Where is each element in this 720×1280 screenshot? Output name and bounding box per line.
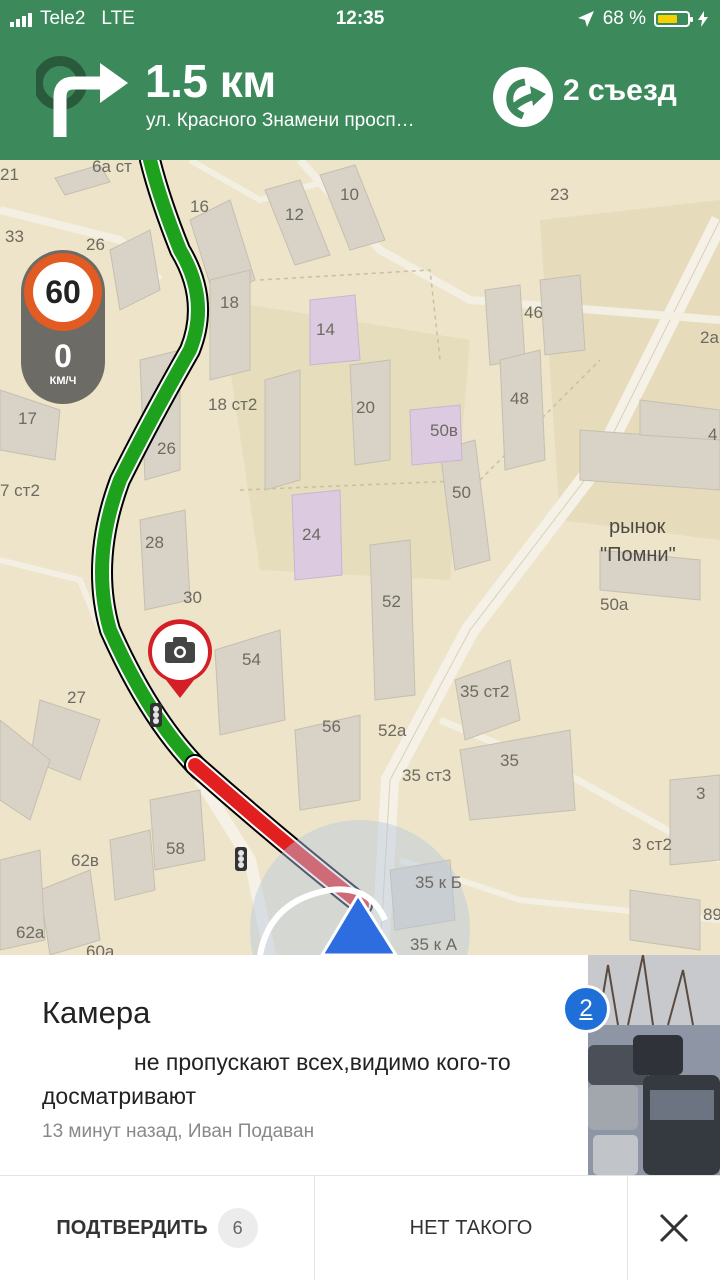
exit-number: 2 съезд <box>563 74 677 107</box>
map-label-3st2: 3 ст2 <box>632 835 672 854</box>
current-speed: 0 <box>54 338 72 374</box>
photo-count-badge[interactable]: 2 <box>562 985 610 1033</box>
map-label-26b: 26 <box>157 439 176 458</box>
map-label-16: 16 <box>190 197 209 216</box>
map-view[interactable]: 21 6а ст 16 12 10 23 33 26 18 14 46 2а 17 18 ст2 20 48 4… <box>0 160 720 955</box>
map-label-pomni: "Помни" <box>600 544 676 566</box>
not-there-button[interactable]: НЕТ ТАКОГО <box>314 1176 628 1280</box>
close-button[interactable] <box>628 1176 720 1280</box>
not-there-label: НЕТ ТАКОГО <box>409 1216 533 1239</box>
location-arrow-icon <box>577 11 594 27</box>
incident-photo[interactable] <box>588 955 720 1175</box>
confirm-label: ПОДТВЕРДИТЬ <box>56 1216 208 1239</box>
map-canvas[interactable]: 21 6а ст16 1210 2333 261814462а1718 ст2 20 484… <box>0 160 720 955</box>
map-label-48: 48 <box>510 389 529 408</box>
map-label-54: 54 <box>242 650 261 669</box>
map-label-2a: 2а <box>700 328 719 347</box>
map-label-4: 4 <box>708 425 717 444</box>
confirm-button[interactable]: ПОДТВЕРДИТЬ 6 <box>0 1176 314 1280</box>
map-label-3: 3 <box>696 784 705 803</box>
map-label-56: 56 <box>322 717 341 736</box>
map-label-26a: 26 <box>86 235 105 254</box>
map-label-35kB: 35 к Б <box>415 873 462 892</box>
incident-title: Камера <box>42 995 151 1030</box>
map-label-30: 30 <box>183 588 202 607</box>
battery-icon <box>654 11 693 27</box>
camera-marker-icon[interactable] <box>148 619 212 698</box>
map-label-35st3: 35 ст3 <box>402 766 451 785</box>
map-label-7st2: 7 ст2 <box>0 481 40 500</box>
status-bar: Tele2 LTE 12:35 68 % <box>0 6 720 34</box>
close-icon <box>659 1213 689 1243</box>
map-label-52a: 52а <box>378 721 407 740</box>
speed-limit-value: 60 <box>33 262 93 322</box>
map-label-27: 27 <box>67 688 86 707</box>
speed-limit-sign: 60 <box>24 253 102 331</box>
map-label-28: 28 <box>145 533 164 552</box>
speedometer: 60 0 КМ/Ч <box>21 250 105 404</box>
map-label-33: 33 <box>5 227 24 246</box>
traffic-light-icon <box>150 703 162 727</box>
navigation-header: Tele2 LTE 12:35 68 % 1.5 км ул. Красного… <box>0 0 720 160</box>
battery-percent: 68 % <box>602 8 646 29</box>
incident-description: не пропускают всех,видимо кого-то досмат… <box>42 1049 511 1109</box>
map-label-14: 14 <box>316 320 335 339</box>
map-label-35kA: 35 к А <box>410 935 458 954</box>
map-label-12: 12 <box>285 205 304 224</box>
map-label-62v: 62в <box>71 851 99 870</box>
maneuver-distance: 1.5 км <box>145 55 276 107</box>
incident-card[interactable]: Камера не пропускают всех,видимо кого-то… <box>0 955 720 1175</box>
map-label-89: 89 <box>703 905 720 924</box>
map-label-35st2: 35 ст2 <box>460 682 509 701</box>
traffic-light-icon <box>235 847 247 871</box>
map-label-23: 23 <box>550 185 569 204</box>
map-label-58: 58 <box>166 839 185 858</box>
map-label-46: 46 <box>524 303 543 322</box>
map-label-17: 17 <box>18 409 37 428</box>
map-label-18: 18 <box>220 293 239 312</box>
map-label-20: 20 <box>356 398 375 417</box>
speed-unit: КМ/Ч <box>49 375 77 387</box>
map-label-50v: 50в <box>430 421 458 440</box>
action-bar: ПОДТВЕРДИТЬ 6 НЕТ ТАКОГО <box>0 1175 720 1280</box>
map-label-6a-st: 6а ст <box>92 160 132 176</box>
map-label-10: 10 <box>340 185 359 204</box>
map-label-18st2: 18 ст2 <box>208 395 257 414</box>
confirm-count-badge: 6 <box>217 1208 258 1248</box>
map-label-rynok: рынок <box>609 516 666 538</box>
maneuver-street: ул. Красного Знамени просп… <box>146 110 415 131</box>
incident-meta: 13 минут назад, Иван Подаван <box>42 1121 315 1142</box>
map-label-60a: 60а <box>86 942 115 955</box>
roundabout-exit-icon <box>493 67 553 127</box>
map-label-50: 50 <box>452 483 471 502</box>
charging-icon <box>698 11 708 27</box>
map-label-62a: 62а <box>16 923 45 942</box>
turn-right-icon <box>36 56 128 137</box>
map-label-35: 35 <box>500 751 519 770</box>
map-label-50a: 50а <box>600 595 629 614</box>
map-label-24: 24 <box>302 525 321 544</box>
map-label-21: 21 <box>0 165 19 184</box>
map-label-52: 52 <box>382 592 401 611</box>
